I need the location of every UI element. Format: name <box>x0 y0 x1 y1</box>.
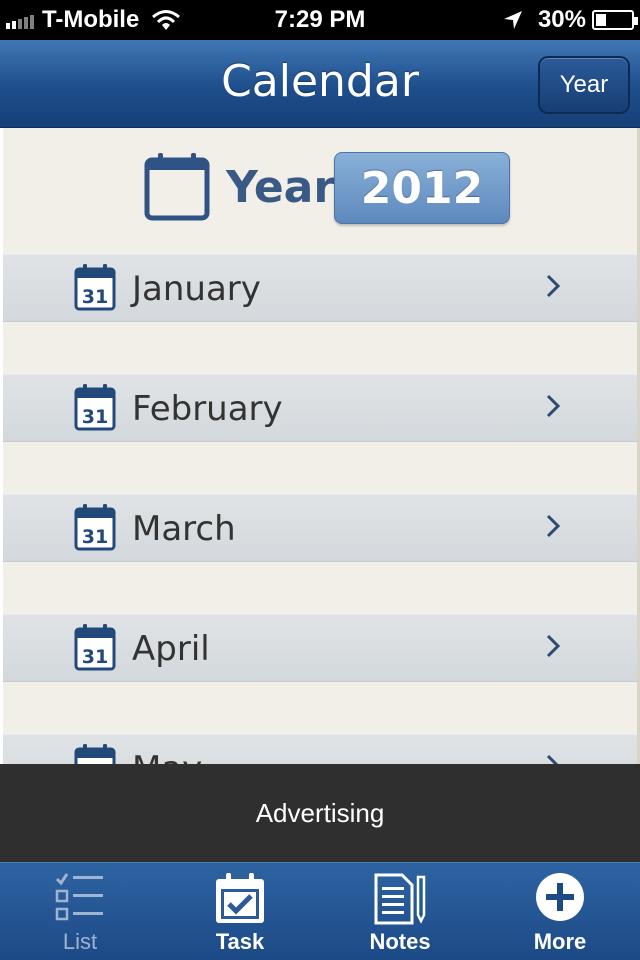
month-name: March <box>132 509 236 549</box>
year-selector[interactable]: 2012 <box>334 152 510 224</box>
tab-label: Notes <box>369 929 431 954</box>
month-row[interactable]: 31 January <box>0 254 640 322</box>
battery-nub <box>634 17 638 25</box>
navigation-bar: Calendar Year <box>0 40 640 128</box>
month-name: May <box>132 749 202 764</box>
calendar-day-icon: 31 <box>74 504 116 551</box>
calendar-day-icon: 31 <box>74 384 116 431</box>
status-right: 30% <box>502 6 638 34</box>
calendar-icon <box>144 153 210 221</box>
calendar-day-number: 31 <box>82 526 108 548</box>
advertising-label: Advertising <box>255 797 385 828</box>
location-arrow-icon <box>503 11 522 29</box>
chevron-right-icon <box>546 634 560 658</box>
calendar-day-number: 31 <box>82 646 108 668</box>
month-row[interactable]: 31 May <box>0 734 640 764</box>
notes-icon <box>374 873 426 925</box>
calendar-day-icon: 31 <box>74 624 116 671</box>
month-name: February <box>132 389 283 429</box>
tab-list[interactable]: List <box>0 863 160 960</box>
tab-label: Task <box>215 929 265 954</box>
calendar-day-number: 31 <box>82 286 108 308</box>
tab-notes[interactable]: Notes <box>320 863 480 960</box>
tab-label: More <box>533 929 587 954</box>
chevron-right-icon <box>546 274 560 298</box>
year-header: Year 2012 <box>0 128 640 254</box>
chevron-right-icon <box>546 514 560 538</box>
month-row[interactable]: 31 April <box>0 614 640 682</box>
month-name: April <box>132 629 210 669</box>
year-label: Year <box>226 162 336 213</box>
year-button[interactable]: Year <box>538 56 630 114</box>
battery-fill <box>596 14 606 26</box>
calendar-day-icon: 31 <box>74 744 116 764</box>
tab-task[interactable]: Task <box>160 863 320 960</box>
tab-more[interactable]: More <box>480 863 640 960</box>
month-row[interactable]: 31 February <box>0 374 640 442</box>
tab-label: List <box>62 929 98 954</box>
month-name: January <box>132 269 261 309</box>
plus-circle-icon <box>536 873 584 921</box>
calendar-day-icon: 31 <box>74 264 116 311</box>
status-bar: T-Mobile 7:29 PM 30% <box>0 0 640 40</box>
battery-percent: 30% <box>537 6 586 33</box>
task-icon <box>216 873 264 923</box>
month-list-container[interactable]: Year 2012 31 January 31 February 31 March 31 Ap… <box>0 128 640 764</box>
month-row[interactable]: 31 March <box>0 494 640 562</box>
chevron-right-icon <box>546 754 559 764</box>
battery-icon <box>592 10 638 30</box>
calendar-day-number: 31 <box>82 406 108 428</box>
chevron-right-icon <box>546 394 560 418</box>
tab-bar: List Task Notes More <box>0 862 640 960</box>
list-icon <box>55 873 103 921</box>
advertising-banner[interactable]: Advertising <box>0 764 640 862</box>
